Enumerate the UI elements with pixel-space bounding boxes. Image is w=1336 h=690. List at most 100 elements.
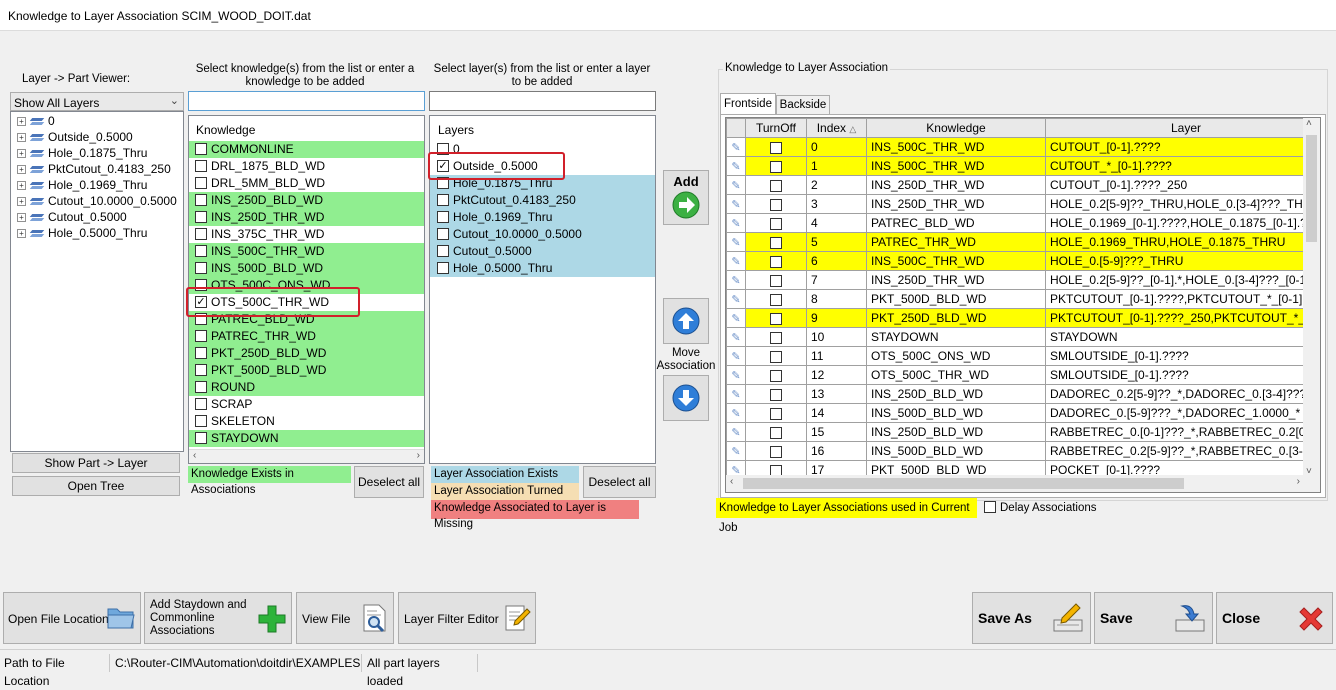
turnoff-cell[interactable] [745, 270, 807, 290]
layer-tree[interactable]: +0 + Outside_0.5000 + Hole_0.1875_Thru + PktCu… [10, 111, 184, 452]
tree-item[interactable]: + PktCutout_0.4183_250 [11, 161, 183, 177]
association-row[interactable]: ✎ 8 PKT_500D_BLD_WD PKTCUTOUT_[0-1].????,PK… [726, 289, 1320, 309]
edit-pencil-icon[interactable]: ✎ [726, 384, 746, 404]
edit-pencil-icon[interactable]: ✎ [726, 327, 746, 347]
association-row[interactable]: ✎ 13 INS_250D_BLD_WD DADOREC_0.2[5-9]??_*,D… [726, 384, 1320, 404]
scroll-right-icon[interactable]: › [417, 450, 420, 461]
turnoff-cell[interactable] [745, 346, 807, 366]
association-row[interactable]: ✎ 15 INS_250D_BLD_WD RABBETREC_0.[0-1]???_*… [726, 422, 1320, 442]
turnoff-cell[interactable] [745, 422, 807, 442]
edit-pencil-icon[interactable]: ✎ [726, 289, 746, 309]
layer-item[interactable]: Cutout_10.0000_0.5000 [430, 226, 655, 243]
turnoff-checkbox[interactable] [770, 426, 782, 439]
knowledge-checkbox[interactable] [195, 431, 207, 444]
turnoff-cell[interactable] [745, 403, 807, 423]
deselect-layers-button[interactable]: Deselect all [583, 466, 656, 498]
tree-item[interactable]: + Hole_0.1875_Thru [11, 145, 183, 161]
turnoff-checkbox[interactable] [770, 407, 782, 420]
move-up-button[interactable] [663, 298, 709, 344]
layer-item[interactable]: Cutout_0.5000 [430, 243, 655, 260]
turnoff-cell[interactable] [745, 327, 807, 347]
layer-item[interactable]: Hole_0.1969_Thru [430, 209, 655, 226]
knowledge-input[interactable] [188, 91, 425, 111]
turnoff-checkbox[interactable] [770, 141, 782, 154]
layer-item[interactable]: PktCutout_0.4183_250 [430, 192, 655, 209]
edit-pencil-icon[interactable]: ✎ [726, 175, 746, 195]
turnoff-cell[interactable] [745, 232, 807, 252]
association-row[interactable]: ✎ 5 PATREC_THR_WD HOLE_0.1969_THRU,HOLE_0.1… [726, 232, 1320, 252]
edit-pencil-icon[interactable]: ✎ [726, 251, 746, 271]
association-grid[interactable]: TurnOff Index △ Knowledge Layer ✎ 0 INS_50… [725, 117, 1321, 493]
knowledge-checkbox[interactable] [195, 176, 207, 189]
open-file-location-button[interactable]: Open File Location [3, 592, 141, 644]
turnoff-checkbox[interactable] [770, 293, 782, 306]
tree-item[interactable]: + Cutout_0.5000 [11, 209, 183, 225]
knowledge-item[interactable]: DRL_5MM_BLD_WD [189, 175, 424, 192]
edit-pencil-icon[interactable]: ✎ [726, 441, 746, 461]
edit-pencil-icon[interactable]: ✎ [726, 308, 746, 328]
association-row[interactable]: ✎ 0 INS_500C_THR_WD CUTOUT_[0-1].???? [726, 137, 1320, 157]
expand-icon[interactable]: + [17, 213, 26, 223]
turnoff-checkbox[interactable] [770, 217, 782, 230]
knowledge-checkbox[interactable] [195, 329, 207, 342]
knowledge-checkbox[interactable] [195, 346, 207, 359]
knowledge-checkbox[interactable] [195, 193, 207, 206]
edit-pencil-icon[interactable]: ✎ [726, 137, 746, 157]
turnoff-cell[interactable] [745, 156, 807, 176]
edit-pencil-icon[interactable]: ✎ [726, 156, 746, 176]
turnoff-cell[interactable] [745, 194, 807, 214]
knowledge-checkbox[interactable] [195, 397, 207, 410]
turnoff-cell[interactable] [745, 137, 807, 157]
col-header-turnoff[interactable]: TurnOff [745, 118, 807, 138]
scroll-left-icon[interactable]: ‹ [193, 450, 196, 461]
association-row[interactable]: ✎ 6 INS_500C_THR_WD HOLE_0.[5-9]???_THRU [726, 251, 1320, 271]
scroll-up-icon[interactable]: ˄ [1306, 118, 1312, 129]
layer-checkbox[interactable] [437, 227, 449, 240]
tree-item[interactable]: +0 [11, 113, 183, 129]
deselect-knowledge-button[interactable]: Deselect all [354, 466, 424, 498]
knowledge-item[interactable]: SKELETON [189, 413, 424, 430]
layer-checkbox[interactable] [437, 244, 449, 257]
edit-pencil-icon[interactable]: ✎ [726, 403, 746, 423]
turnoff-cell[interactable] [745, 365, 807, 385]
knowledge-item[interactable]: STAYDOWN [189, 430, 424, 447]
layer-item[interactable]: Hole_0.5000_Thru [430, 260, 655, 277]
layer-filter-select[interactable]: Show All Layers ⌄ [10, 92, 184, 111]
layer-filter-editor-button[interactable]: Layer Filter Editor [398, 592, 536, 644]
col-header-knowledge[interactable]: Knowledge [866, 118, 1046, 138]
knowledge-checkbox[interactable] [195, 380, 207, 393]
knowledge-checkbox[interactable] [195, 414, 207, 427]
turnoff-cell[interactable] [745, 441, 807, 461]
turnoff-checkbox[interactable] [770, 236, 782, 249]
expand-icon[interactable]: + [17, 165, 26, 175]
turnoff-cell[interactable] [745, 308, 807, 328]
grid-hscroll-thumb[interactable] [743, 478, 1184, 489]
col-header-index[interactable]: Index △ [806, 118, 867, 138]
knowledge-item[interactable]: INS_250D_BLD_WD [189, 192, 424, 209]
layer-checkbox[interactable] [437, 193, 449, 206]
association-row[interactable]: ✎ 14 INS_500D_BLD_WD DADOREC_0.[5-9]???_*,D… [726, 403, 1320, 423]
show-part-association-button[interactable]: Show Part -> Layer Association [12, 453, 180, 488]
knowledge-checkbox[interactable] [195, 159, 207, 172]
tab-backside[interactable]: Backside [776, 95, 830, 114]
grid-vscroll-thumb[interactable] [1306, 135, 1317, 242]
edit-pencil-icon[interactable]: ✎ [726, 422, 746, 442]
turnoff-cell[interactable] [745, 213, 807, 233]
grid-vscrollbar[interactable]: ˄ ˅ [1303, 118, 1320, 477]
tree-item[interactable]: + Hole_0.1969_Thru [11, 177, 183, 193]
association-row[interactable]: ✎ 10 STAYDOWN STAYDOWN [726, 327, 1320, 347]
expand-icon[interactable]: + [17, 117, 26, 127]
tab-frontside[interactable]: Frontside [720, 93, 776, 115]
knowledge-item[interactable]: COMMONLINE [189, 141, 424, 158]
expand-icon[interactable]: + [17, 197, 26, 207]
association-row[interactable]: ✎ 4 PATREC_BLD_WD HOLE_0.1969_[0-1].????,HO… [726, 213, 1320, 233]
association-row[interactable]: ✎ 16 INS_500D_BLD_WD RABBETREC_0.2[5-9]??_*… [726, 441, 1320, 461]
save-button[interactable]: Save [1094, 592, 1213, 644]
expand-icon[interactable]: + [17, 133, 26, 143]
add-staydown-button[interactable]: Add Staydown and Commonline Associations [144, 592, 292, 644]
knowledge-item[interactable]: ROUND [189, 379, 424, 396]
expand-icon[interactable]: + [17, 149, 26, 159]
move-down-button[interactable] [663, 375, 709, 421]
knowledge-checkbox[interactable] [195, 227, 207, 240]
turnoff-checkbox[interactable] [770, 312, 782, 325]
